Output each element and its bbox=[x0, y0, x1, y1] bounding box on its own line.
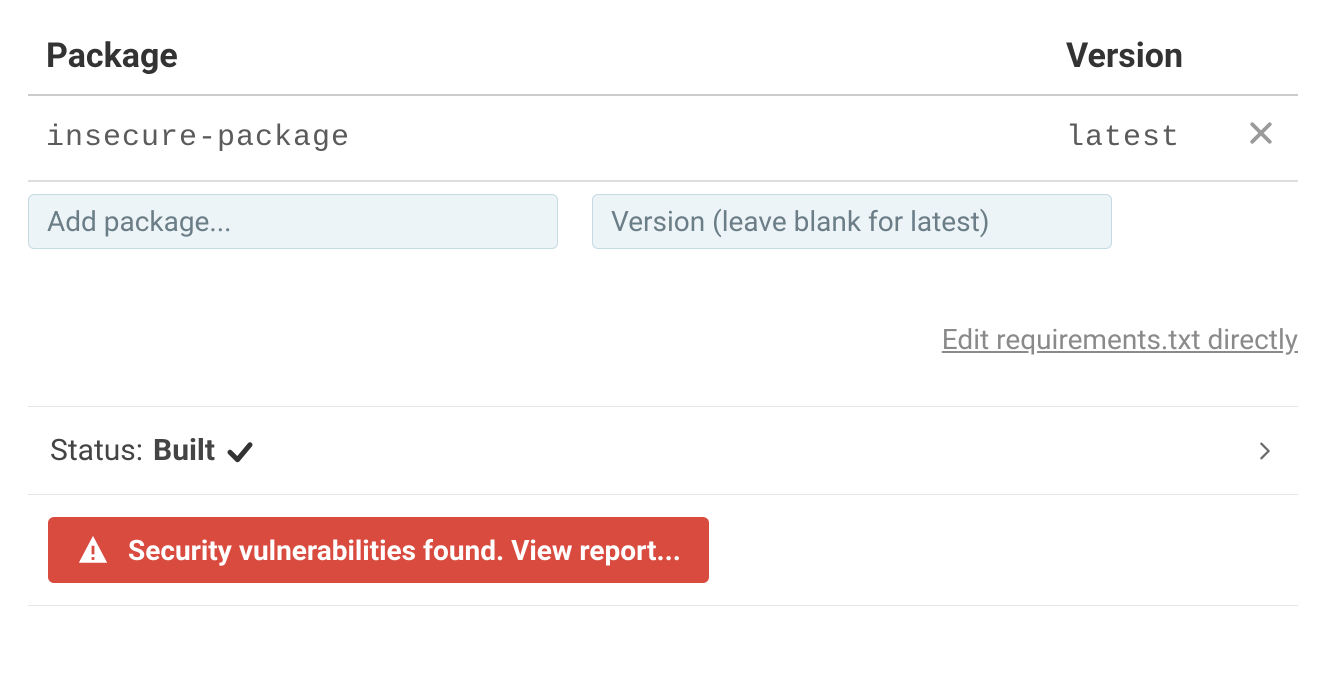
chevron-right-icon bbox=[1254, 436, 1276, 466]
status-value: Built bbox=[153, 433, 215, 468]
header-package: Package bbox=[28, 24, 1048, 95]
edit-requirements-link[interactable]: Edit requirements.txt directly bbox=[942, 323, 1298, 356]
table-row: insecure-package latest bbox=[28, 95, 1298, 181]
add-package-input[interactable] bbox=[28, 194, 558, 249]
check-icon bbox=[225, 436, 255, 466]
status-row[interactable]: Status: Built bbox=[28, 406, 1298, 495]
version-input[interactable] bbox=[592, 194, 1112, 249]
remove-package-icon[interactable] bbox=[1246, 118, 1276, 148]
security-alert-button[interactable]: Security vulnerabilities found. View rep… bbox=[48, 517, 709, 583]
security-alert-text: Security vulnerabilities found. View rep… bbox=[128, 534, 681, 567]
packages-table: Package Version insecure-package latest bbox=[28, 24, 1298, 249]
status-label: Status: bbox=[50, 433, 143, 468]
package-version-cell: latest bbox=[1048, 95, 1228, 181]
warning-icon bbox=[76, 533, 110, 567]
package-name-cell: insecure-package bbox=[28, 95, 1048, 181]
header-version: Version bbox=[1048, 24, 1228, 95]
